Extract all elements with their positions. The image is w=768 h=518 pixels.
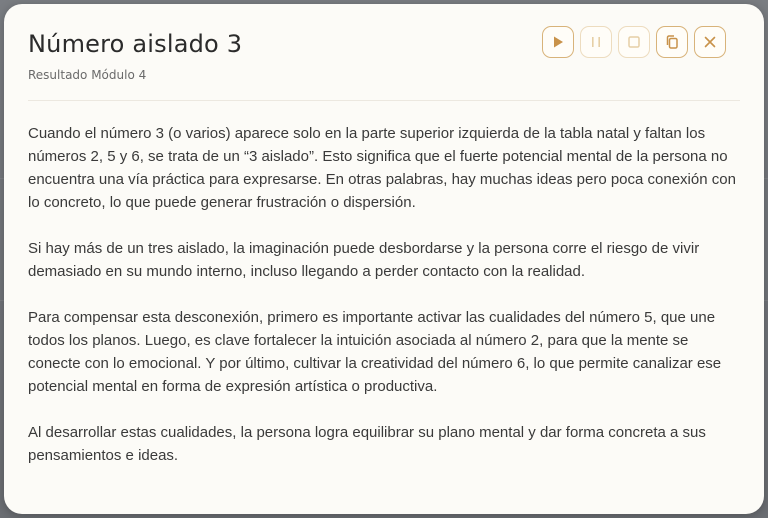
modal-title: Número aislado 3	[28, 30, 243, 58]
play-button[interactable]	[542, 26, 574, 58]
result-modal: Número aislado 3 Resultado Módulo 4 Cuan…	[4, 4, 764, 514]
pause-button[interactable]	[580, 26, 612, 58]
modal-subtitle: Resultado Módulo 4	[28, 68, 147, 82]
close-button[interactable]	[694, 26, 726, 58]
stop-button[interactable]	[618, 26, 650, 58]
header-divider	[28, 100, 740, 101]
copy-icon	[666, 35, 678, 49]
body-paragraph: Al desarrollar estas cualidades, la pers…	[28, 424, 706, 464]
copy-button[interactable]	[656, 26, 688, 58]
pause-icon	[592, 37, 600, 47]
close-icon	[704, 36, 716, 48]
audio-controls	[542, 26, 726, 58]
modal-body: Cuando el número 3 (o varios) aparece so…	[28, 122, 740, 490]
body-paragraph: Si hay más de un tres aislado, la imagin…	[28, 240, 700, 280]
play-icon	[554, 36, 563, 48]
body-paragraph: Cuando el número 3 (o varios) aparece so…	[28, 125, 736, 211]
stop-icon	[628, 36, 640, 48]
body-paragraph: Para compensar esta desconexión, primero…	[28, 309, 722, 395]
